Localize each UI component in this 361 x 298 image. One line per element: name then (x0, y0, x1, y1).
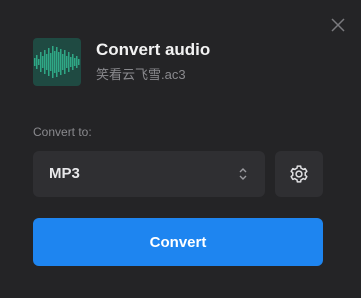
format-settings-button[interactable] (275, 151, 323, 197)
audio-waveform-icon (34, 46, 80, 78)
close-icon (331, 18, 345, 32)
close-button[interactable] (327, 14, 349, 36)
dialog-title: Convert audio (96, 40, 211, 59)
format-label: Convert to: (33, 125, 92, 139)
convert-button[interactable]: Convert (33, 218, 323, 266)
gear-icon (290, 165, 308, 183)
file-name: 笑看云飞雪.ac3 (96, 67, 186, 82)
chevron-up-down-icon (239, 168, 247, 180)
format-selected-value: MP3 (49, 165, 80, 182)
audio-thumbnail (33, 38, 81, 86)
convert-audio-dialog: Convert audio 笑看云飞雪.ac3 Convert to: MP3 … (0, 0, 361, 298)
format-select[interactable]: MP3 (33, 151, 265, 197)
